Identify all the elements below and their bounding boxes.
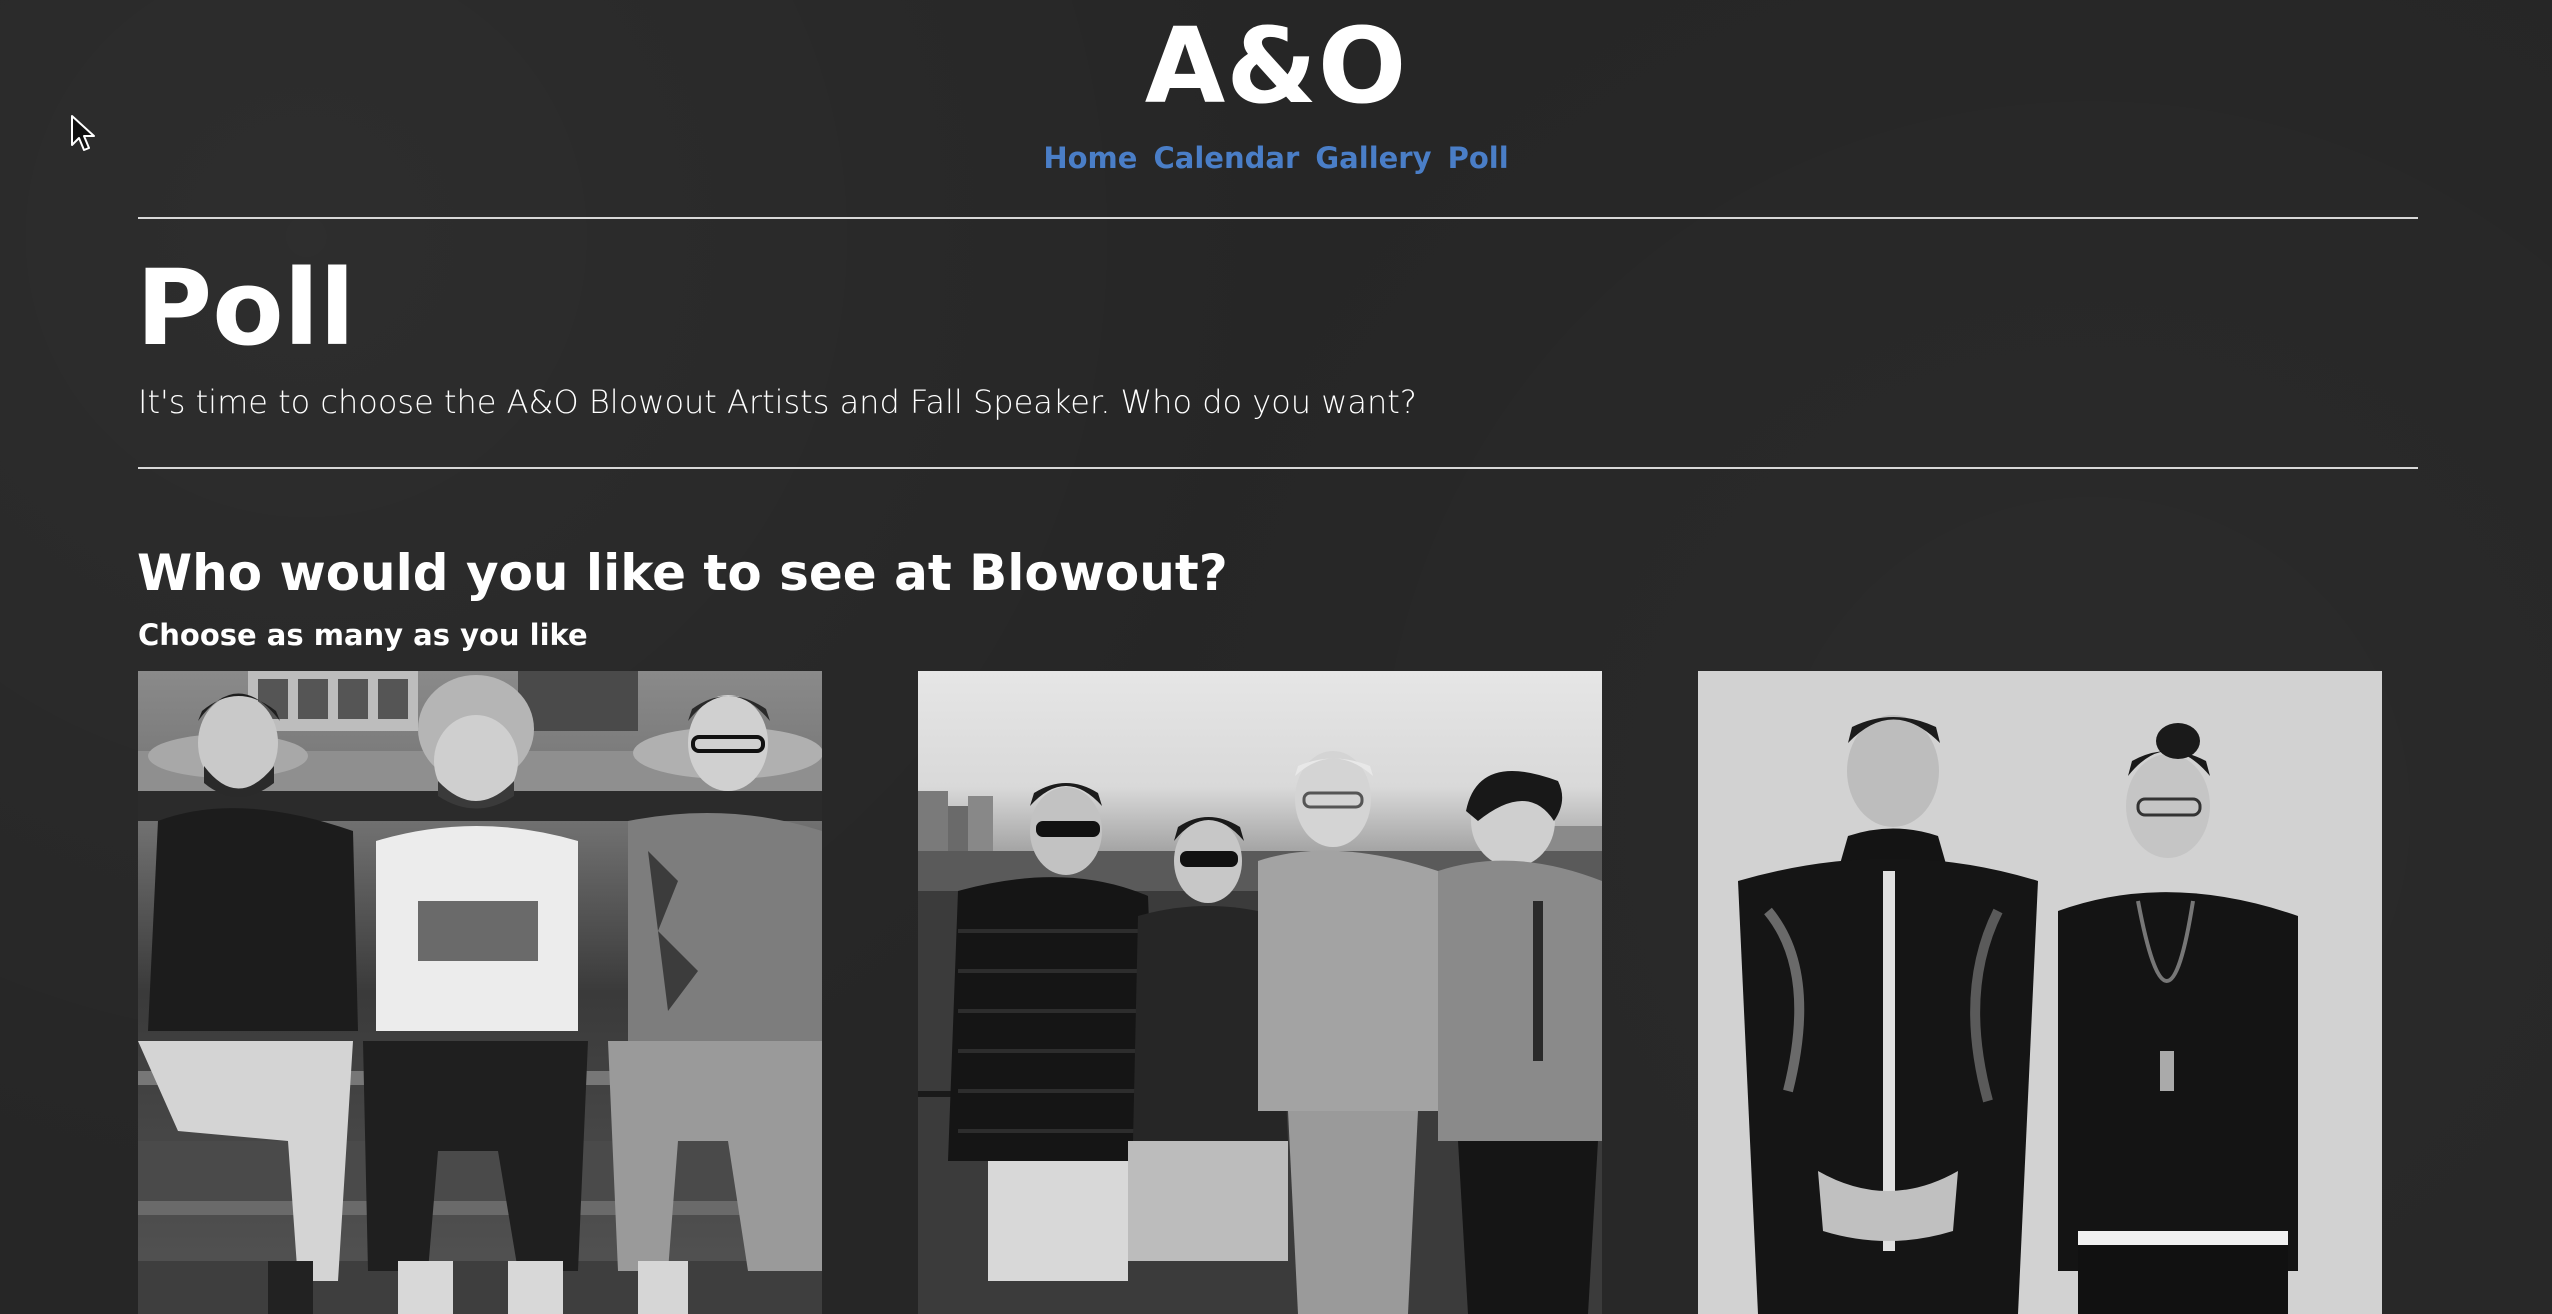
page-intro: It's time to choose the A&O Blowout Arti… (138, 383, 1417, 421)
header-divider (138, 217, 2418, 219)
poll-question-title: Who would you like to see at Blowout? (137, 544, 1228, 602)
artist-option-1[interactable] (138, 671, 822, 1314)
nav-poll-link[interactable]: Poll (1448, 141, 1509, 175)
nav-calendar-link[interactable]: Calendar (1154, 141, 1300, 175)
site-title: A&O (1144, 5, 1408, 127)
artist-option-3[interactable] (1698, 671, 2382, 1314)
artist-photo-1 (138, 671, 822, 1314)
intro-divider (138, 467, 2418, 469)
nav-gallery-link[interactable]: Gallery (1315, 141, 1431, 175)
artist-option-2[interactable] (918, 671, 1602, 1314)
main-nav: Home Calendar Gallery Poll (0, 138, 2552, 178)
artist-photo-3 (1698, 671, 2382, 1314)
nav-home-link[interactable]: Home (1043, 141, 1137, 175)
page-title: Poll (136, 247, 355, 369)
artist-photo-2 (918, 671, 1602, 1314)
poll-question-subtitle: Choose as many as you like (138, 618, 588, 652)
